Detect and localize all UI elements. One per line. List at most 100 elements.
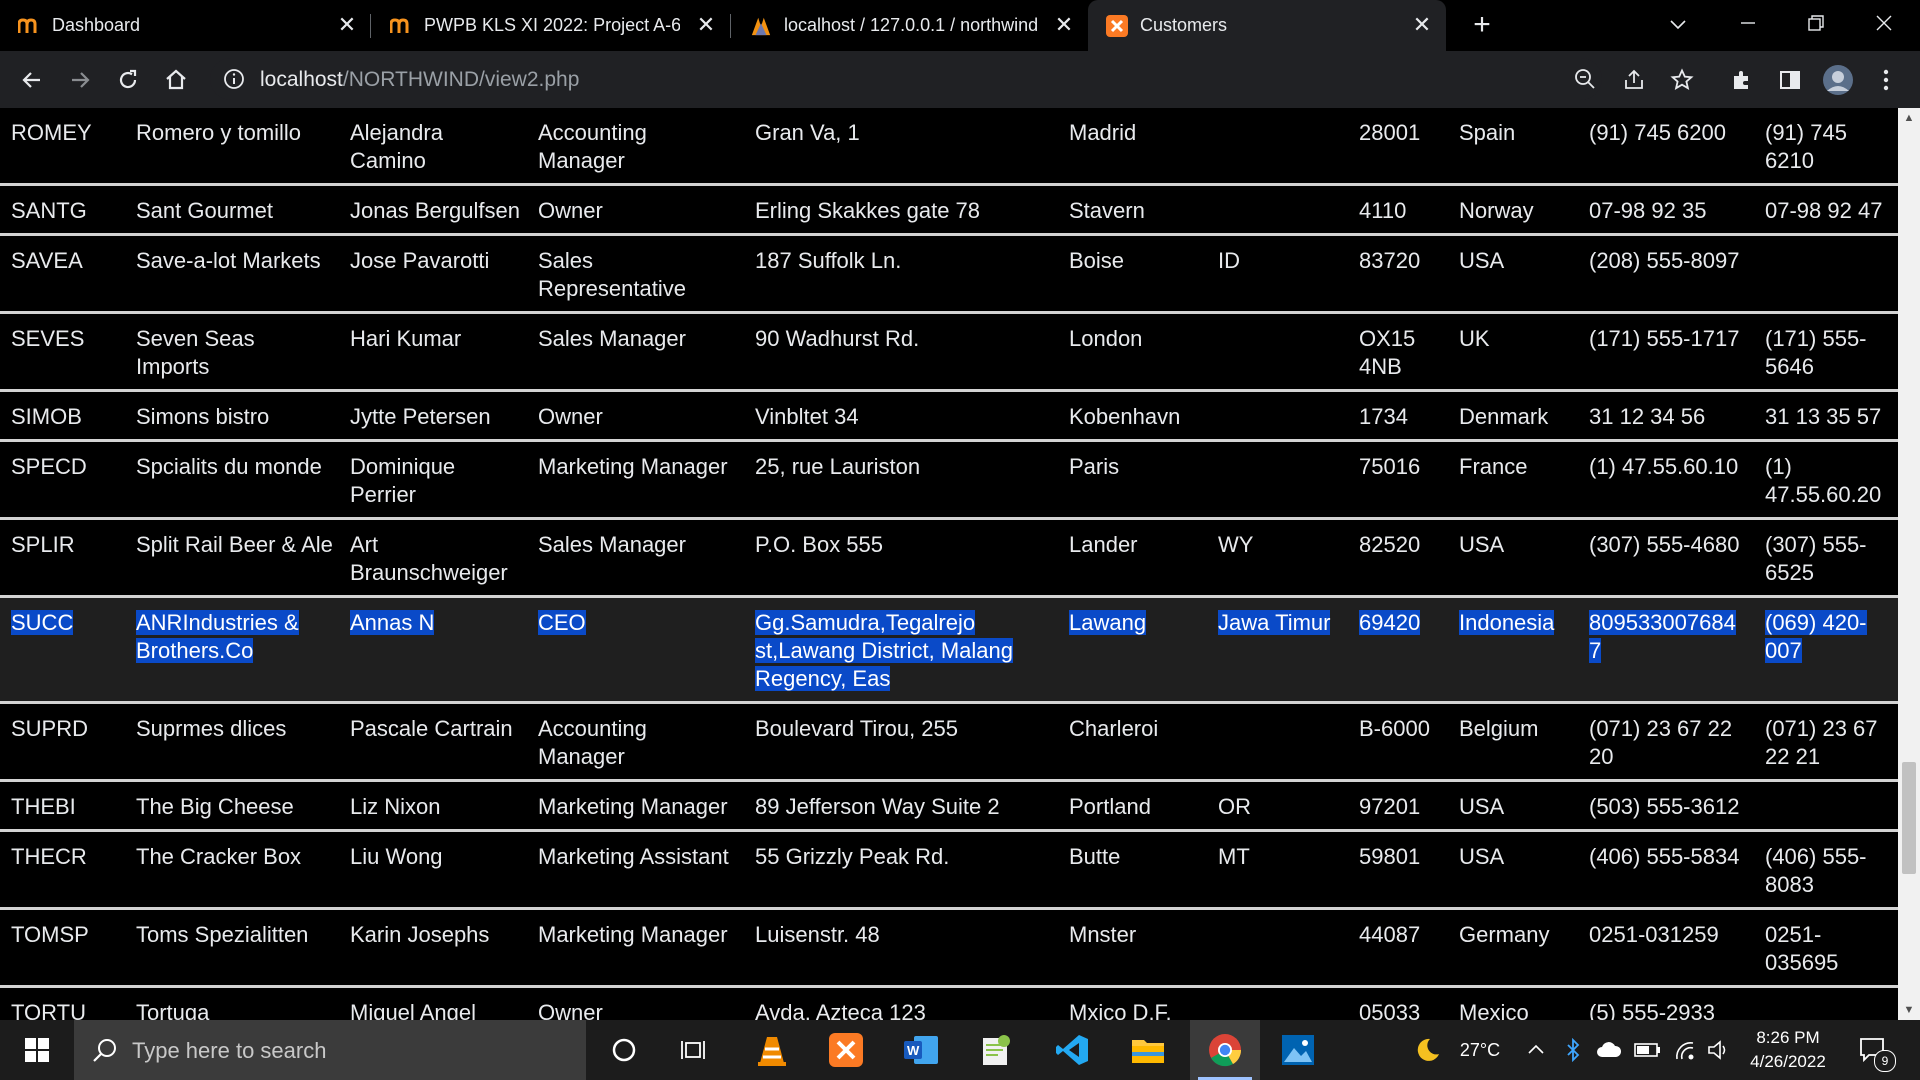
clock-time: 8:26 PM xyxy=(1756,1028,1820,1047)
table-cell: USA xyxy=(1448,830,1578,910)
onedrive-cloud-icon[interactable] xyxy=(1594,1020,1624,1080)
close-tab-icon[interactable]: ✕ xyxy=(1052,13,1076,37)
table-cell: Jose Pavarotti xyxy=(339,234,527,314)
clock[interactable]: 8:26 PM 4/26/2022 xyxy=(1744,1026,1832,1074)
table-cell: B-6000 xyxy=(1348,702,1448,782)
site-info-icon[interactable] xyxy=(222,67,246,96)
close-tab-icon[interactable]: ✕ xyxy=(694,13,718,37)
table-cell: 1734 xyxy=(1348,390,1448,442)
table-row: ROMEY Romero y tomillo Alejandra Camino Acc… xyxy=(0,108,1898,186)
cell-text: SPECD xyxy=(11,454,87,479)
vscode-icon[interactable] xyxy=(1040,1020,1104,1080)
scrollbar-thumb[interactable] xyxy=(1902,762,1916,874)
table-cell: SAVEA xyxy=(0,234,125,314)
table-cell: Jonas Bergulfsen xyxy=(339,184,527,236)
cell-text: Accounting Manager xyxy=(538,716,647,769)
cell-text: ID xyxy=(1218,248,1240,273)
table-cell: ANRIndustries & Brothers.Co xyxy=(125,596,339,704)
weather-temp[interactable]: 27°C xyxy=(1452,1020,1508,1080)
bookmark-star-icon[interactable] xyxy=(1666,64,1698,96)
scroll-up-arrow-icon[interactable]: ▲ xyxy=(1898,108,1920,128)
restore-icon[interactable] xyxy=(1796,8,1836,42)
address-bar[interactable]: localhost/NORTHWIND/view2.php xyxy=(210,58,1602,100)
table-row: SPECD Spcialits du monde Dominique Perrier… xyxy=(0,440,1898,520)
table-cell: THECR xyxy=(0,830,125,910)
table-cell: Vinbltet 34 xyxy=(744,390,1058,442)
page-content: ROMEY Romero y tomillo Alejandra Camino Acc… xyxy=(0,108,1898,1020)
forward-icon[interactable] xyxy=(64,64,96,96)
back-icon[interactable] xyxy=(16,64,48,96)
zoom-icon[interactable] xyxy=(1573,67,1597,96)
table-cell: Mxico D.F. xyxy=(1058,986,1207,1020)
close-tab-icon[interactable]: ✕ xyxy=(335,13,359,37)
vlc-icon[interactable] xyxy=(740,1020,804,1080)
cell-text: 187 Suffolk Ln. xyxy=(755,248,902,273)
scroll-down-arrow-icon[interactable]: ▼ xyxy=(1898,1000,1920,1020)
tray-chevron-up-icon[interactable] xyxy=(1522,1020,1550,1080)
table-cell: 75016 xyxy=(1348,440,1448,520)
cell-text: 55 Grizzly Peak Rd. xyxy=(755,844,950,869)
table-cell xyxy=(1207,312,1348,392)
tab-phpmyadmin[interactable]: localhost / 127.0.0.1 / northwind ✕ xyxy=(732,0,1088,51)
table-cell: 07-98 92 35 xyxy=(1578,184,1754,236)
cell-text: SEVES xyxy=(11,326,85,351)
close-tab-icon[interactable]: ✕ xyxy=(1410,13,1434,37)
new-tab-icon[interactable]: + xyxy=(1466,10,1498,42)
cell-text: (91) 745 6200 xyxy=(1589,120,1726,145)
chrome-icon[interactable] xyxy=(1190,1020,1260,1080)
reload-icon[interactable] xyxy=(112,64,144,96)
cortana-icon[interactable] xyxy=(592,1020,656,1080)
tab-title: PWPB KLS XI 2022: Project A-6 - xyxy=(424,15,680,35)
tab-customers[interactable]: Customers ✕ xyxy=(1088,0,1446,51)
table-cell: Lawang xyxy=(1058,596,1207,704)
photos-icon[interactable] xyxy=(1266,1020,1330,1080)
table-row: SPLIR Split Rail Beer & Ale Art Braunschwe… xyxy=(0,518,1898,598)
cell-text: SPLIR xyxy=(11,532,75,557)
table-cell: Indonesia xyxy=(1448,596,1578,704)
notification-center-icon[interactable]: 9 xyxy=(1852,1020,1896,1080)
cell-text: Liu Wong xyxy=(350,844,443,869)
profile-avatar[interactable] xyxy=(1822,64,1854,96)
table-cell xyxy=(1207,702,1348,782)
xampp-icon[interactable] xyxy=(814,1020,878,1080)
side-panel-icon[interactable] xyxy=(1774,64,1806,96)
volume-icon[interactable] xyxy=(1704,1020,1734,1080)
notepad-plus-icon[interactable] xyxy=(964,1020,1028,1080)
minimize-icon[interactable] xyxy=(1728,8,1768,42)
url-text[interactable]: localhost/NORTHWIND/view2.php xyxy=(260,68,579,92)
wifi-icon[interactable] xyxy=(1670,1020,1700,1080)
share-icon[interactable] xyxy=(1618,64,1650,96)
cell-text: SAVEA xyxy=(11,248,83,273)
file-explorer-icon[interactable] xyxy=(1116,1020,1180,1080)
cell-text: Owner xyxy=(538,404,603,429)
tab-dashboard[interactable]: Dashboard ✕ xyxy=(0,0,370,51)
table-row: TOMSP Toms Spezialitten Karin Josephs Marke… xyxy=(0,908,1898,988)
battery-icon[interactable] xyxy=(1632,1020,1664,1080)
table-cell xyxy=(1207,440,1348,520)
table-cell: 90 Wadhurst Rd. xyxy=(744,312,1058,392)
task-view-icon[interactable] xyxy=(662,1020,726,1080)
bluetooth-icon[interactable] xyxy=(1560,1020,1586,1080)
tab-project[interactable]: PWPB KLS XI 2022: Project A-6 - ✕ xyxy=(372,0,730,51)
phpmyadmin-icon xyxy=(750,15,772,37)
table-cell: (208) 555-8097 xyxy=(1578,234,1754,314)
cell-text: London xyxy=(1069,326,1143,351)
table-row: SEVES Seven Seas Imports Hari Kumar Sales M… xyxy=(0,312,1898,392)
table-row: SUCC ANRIndustries & Brothers.Co Annas N CE… xyxy=(0,596,1898,704)
close-window-icon[interactable] xyxy=(1864,8,1904,42)
weather-moon-icon[interactable] xyxy=(1410,1020,1446,1080)
word-icon[interactable]: W xyxy=(890,1020,954,1080)
tab-search-chevron-icon[interactable] xyxy=(1658,8,1698,42)
menu-kebab-icon[interactable] xyxy=(1870,64,1902,96)
windows-start-icon[interactable] xyxy=(0,1020,74,1080)
table-cell: Accounting Manager xyxy=(527,702,744,782)
cell-text: (171) 555-1717 xyxy=(1589,326,1740,351)
extensions-icon[interactable] xyxy=(1726,64,1758,96)
cell-text: B-6000 xyxy=(1359,716,1430,741)
taskbar-search-box[interactable]: Type here to search xyxy=(74,1020,586,1080)
page-scrollbar[interactable]: ▲ ▼ xyxy=(1898,108,1920,1020)
cell-text: Accounting Manager xyxy=(538,120,647,173)
home-icon[interactable] xyxy=(160,64,192,96)
cell-text: 0251-035695 xyxy=(1765,922,1839,975)
cell-text: 4110 xyxy=(1359,198,1407,223)
